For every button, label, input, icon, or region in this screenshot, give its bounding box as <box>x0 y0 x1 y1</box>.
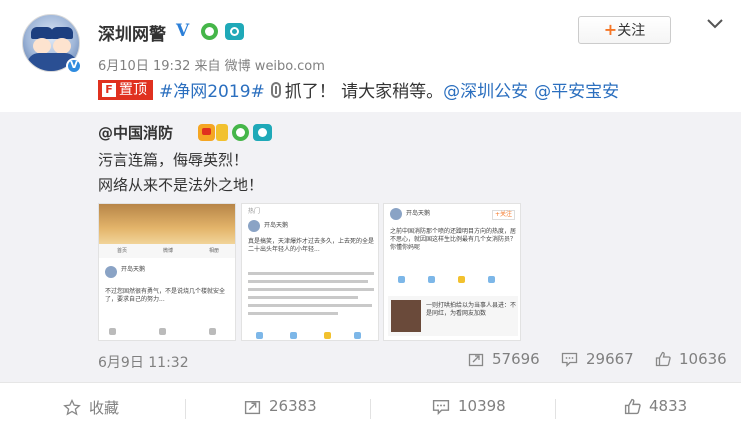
vip-crown-icon[interactable] <box>198 124 215 141</box>
post-body: 抓了！ 请大家稍等。 <box>284 82 444 102</box>
green-member-icon[interactable] <box>201 23 218 40</box>
post-meta: 6月10日 19:32 来自 微博 weibo.com <box>98 59 325 74</box>
vip-level-icon[interactable] <box>216 124 228 141</box>
comment-button[interactable]: 10398 <box>432 397 506 415</box>
verified-v-icon[interactable]: V <box>176 21 189 41</box>
repost-badges <box>198 124 272 141</box>
mini-username: 开岛天鹅 <box>121 266 146 273</box>
like-button[interactable]: 4833 <box>624 397 687 415</box>
post-text: F 置顶 #净网2019# 抓了！ 请大家稍等。 @深圳公安 @平安宝安 <box>98 77 619 102</box>
comment-icon <box>432 399 450 415</box>
repost-author[interactable]: @中国消防 <box>98 122 173 143</box>
mini-follow: +关注 <box>492 210 516 220</box>
camera-icon[interactable] <box>253 124 272 141</box>
camera-icon[interactable] <box>225 23 244 40</box>
mini-post-text: 之前中国消防那个喷的还蹭明目方向的热度，居不思心，就因国这样生比例最有几个女消防… <box>390 228 517 251</box>
plus-icon: + <box>603 20 618 39</box>
mini-avatar <box>390 208 402 220</box>
mini-username: 开岛天鹅 <box>406 210 431 217</box>
follow-button[interactable]: +关注 <box>578 16 671 44</box>
forward-icon <box>244 400 261 414</box>
thumbs-up-icon <box>624 398 641 414</box>
mention-link-1[interactable]: @深圳公安 <box>443 77 528 102</box>
repost-comment-count[interactable]: 29667 <box>561 350 634 368</box>
screenshot-thumbnail-2[interactable]: 热门 开岛天鹅 真是搞笑，天津爆炸才过去多久，上去死的全是二十出头年轻人的小年轻… <box>241 203 379 341</box>
author-name[interactable]: 深圳网警 <box>98 20 166 45</box>
weibo-post-card: V 深圳网警 V 6月10日 19:32 来自 微博 weibo.com +关注… <box>0 0 741 431</box>
green-member-icon[interactable] <box>232 124 249 141</box>
screenshot-thumbnail-3[interactable]: 开岛天鹅 +关注 之前中国消防那个喷的还蹭明目方向的热度，居不思心，就因国这样生… <box>383 203 521 341</box>
comment-icon <box>561 352 578 367</box>
mini-post-text: 真是搞笑，天津爆炸才过去多久，上去死的全是二十出头年轻人的小年轻... <box>248 238 375 253</box>
repost-forward-count[interactable]: 57696 <box>468 350 540 368</box>
mention-link-2[interactable]: @平安宝安 <box>534 77 619 102</box>
reposted-content[interactable]: @中国消防 污言连篇，侮辱英烈！ 网络从来不是法外之地！ 首页 微博 相册 开岛天鹅… <box>0 112 741 382</box>
hashtag-link[interactable]: #净网2019# <box>159 77 265 102</box>
mini-username: 开岛天鹅 <box>264 222 289 229</box>
mini-avatar <box>105 266 117 278</box>
verified-badge-icon: V <box>66 58 82 74</box>
repost-date[interactable]: 6月9日 11:32 <box>98 352 189 372</box>
pinned-badge: F 置顶 <box>98 79 153 100</box>
favorite-button[interactable]: 收藏 <box>63 397 119 418</box>
follow-label: 关注 <box>617 23 646 39</box>
mini-avatar <box>248 220 260 232</box>
repost-text-line2: 网络从来不是法外之地！ <box>98 176 264 194</box>
profile-banner-image <box>99 204 235 244</box>
profile-tabs: 首页 微博 相册 <box>99 244 235 258</box>
mini-post-text: 不过您固然很有勇气，不是说烧几个楼就安全了，要求自己的努力... <box>105 288 226 303</box>
action-bar: 收藏 26383 10398 4833 <box>0 382 741 431</box>
mini-header: 热门 <box>248 208 261 215</box>
pin-icon: F <box>102 82 116 97</box>
star-icon <box>63 399 81 416</box>
forward-icon <box>468 353 484 367</box>
microphone-icon <box>270 81 281 98</box>
repost-like-count[interactable]: 10636 <box>655 350 727 368</box>
screenshot-thumbnail-1[interactable]: 首页 微博 相册 开岛天鹅 不过您固然很有勇气，不是说烧几个楼就安全了，要求自己的努… <box>98 203 236 341</box>
thumbs-up-icon <box>655 351 671 367</box>
chevron-down-icon[interactable] <box>705 14 725 34</box>
mini-quoted-post: 一则打哄拍给以为当事人县进：不是同红，为看网友加数 <box>388 296 518 336</box>
forward-button[interactable]: 26383 <box>244 397 317 415</box>
repost-text-line1: 污言连篇，侮辱英烈！ <box>98 151 249 169</box>
